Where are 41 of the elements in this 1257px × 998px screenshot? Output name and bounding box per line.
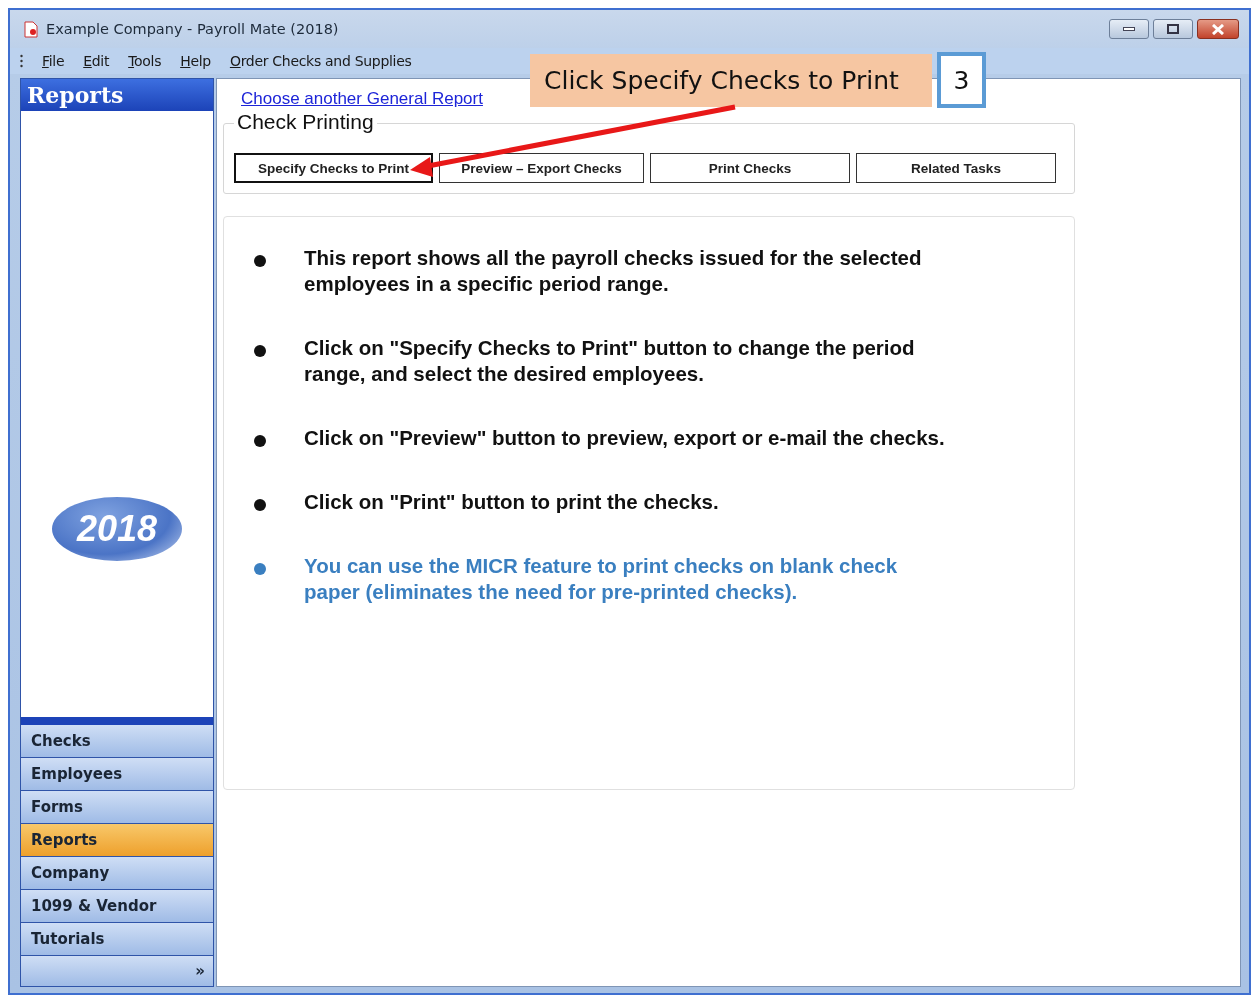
maximize-button[interactable]: [1153, 19, 1193, 39]
menu-item[interactable]: File: [42, 53, 65, 69]
bullet-icon: [254, 255, 266, 267]
action-button[interactable]: Preview – Export Checks: [439, 153, 644, 183]
menu-item[interactable]: Order Checks and Supplies: [229, 53, 412, 69]
nav-button[interactable]: Forms: [21, 791, 213, 824]
more-button[interactable]: »: [21, 956, 213, 986]
bullet-icon: [254, 345, 266, 357]
minimize-icon: [1123, 26, 1135, 32]
report-link[interactable]: Choose another General Report: [241, 89, 483, 109]
callout-label: Click Specify Checks to Print: [530, 54, 932, 107]
year-badge: 2018: [52, 497, 182, 561]
menu-item[interactable]: Tools: [128, 53, 162, 69]
document-icon: [24, 20, 38, 38]
sidebar-header: Reports: [21, 79, 213, 111]
step-number: 3: [937, 52, 986, 108]
nav-button[interactable]: Reports: [21, 824, 213, 857]
menu-item[interactable]: Help: [180, 53, 211, 69]
note-text: Click on "Preview" button to preview, export or e-mail the checks.: [304, 425, 946, 451]
close-button[interactable]: [1197, 19, 1239, 39]
grip-icon: [20, 54, 23, 68]
note-text: You can use the MICR feature to print checks on blank check paper (eliminates the need for pre-printed checks).: [304, 553, 899, 605]
nav-button[interactable]: Company: [21, 857, 213, 890]
close-icon: [1212, 23, 1224, 35]
nav-button[interactable]: Employees: [21, 758, 213, 791]
minimize-button[interactable]: [1109, 19, 1149, 39]
nav-button[interactable]: Tutorials: [21, 923, 213, 956]
action-button[interactable]: Specify Checks to Print: [234, 153, 433, 183]
bullet-icon: [254, 435, 266, 447]
bullet-icon: [254, 563, 266, 575]
menu-item[interactable]: Edit: [83, 53, 110, 69]
action-button[interactable]: Related Tasks: [856, 153, 1056, 183]
note-text: This report shows all the payroll checks issued for the selected employees in a specific period range.: [304, 245, 923, 297]
action-button[interactable]: Print Checks: [650, 153, 850, 183]
bullet-icon: [254, 499, 266, 511]
note-text: Click on "Specify Checks to Print" button to change the period range, and select the desired employees.: [304, 335, 916, 387]
note-text: Click on "Print" button to print the checks.: [304, 489, 720, 515]
window-title: Example Company - Payroll Mate (2018): [46, 21, 340, 37]
nav-button[interactable]: 1099 & Vendor: [21, 890, 213, 923]
maximize-icon: [1167, 24, 1179, 34]
nav-button[interactable]: Checks: [21, 725, 213, 758]
